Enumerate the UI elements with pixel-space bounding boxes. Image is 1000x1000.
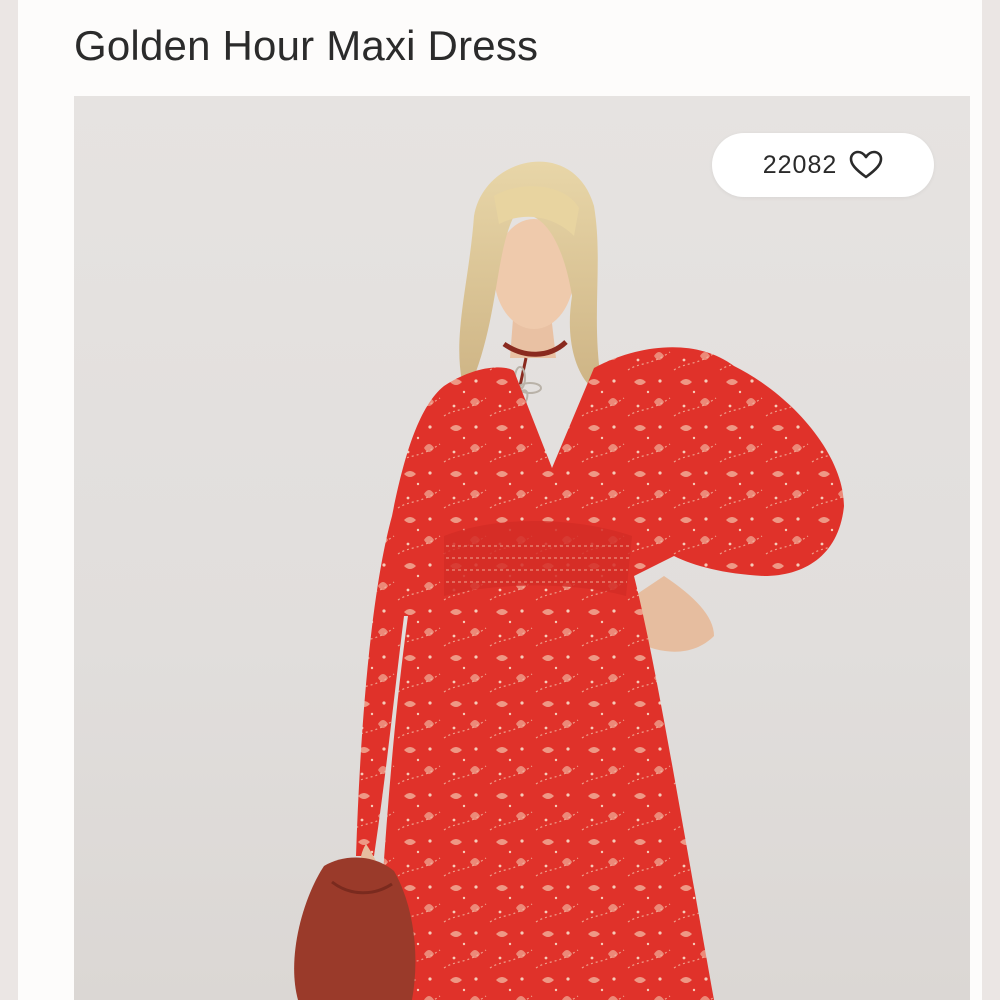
product-image[interactable] xyxy=(74,96,970,1000)
like-button[interactable]: 22082 xyxy=(712,133,934,197)
product-title: Golden Hour Maxi Dress xyxy=(74,22,539,69)
heart-outline-icon xyxy=(849,150,883,179)
like-count: 22082 xyxy=(762,150,838,179)
model-photo xyxy=(294,161,844,1000)
page: Golden Hour Maxi Dress 22082 xyxy=(0,0,1000,1000)
